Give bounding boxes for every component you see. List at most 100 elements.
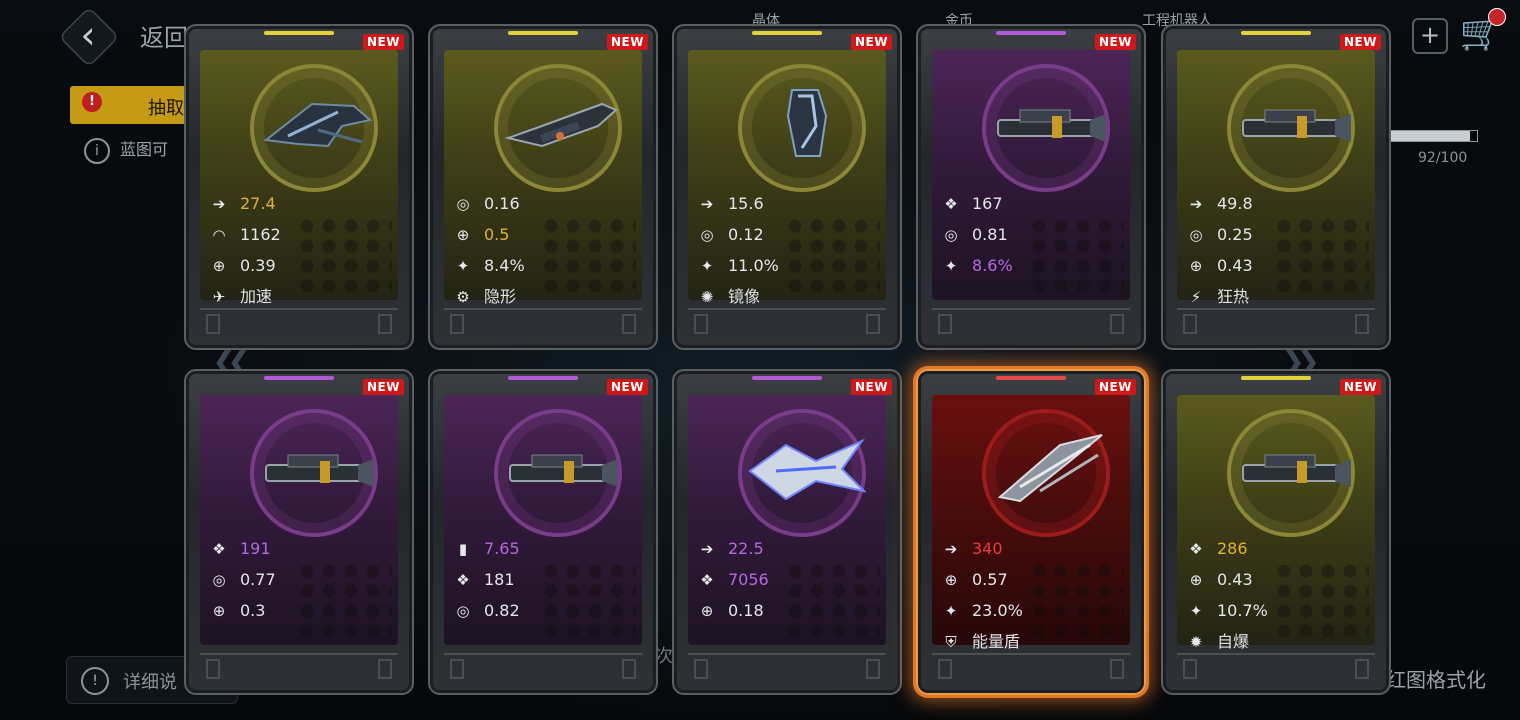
card-footer-frame: [200, 308, 398, 340]
reward-card[interactable]: NEW ➔ 340 ⊕ 0.57 ✦ 23.0% ⛨ 能量盾: [916, 369, 1146, 695]
hex-pattern: [784, 561, 880, 637]
red-blueprint-format-button[interactable]: 红图格式化: [1386, 664, 1486, 693]
stat-row: ⊕ 0.39: [208, 254, 276, 278]
rarity-rail: [752, 376, 822, 380]
blueprint-info: i 蓝图可: [84, 136, 168, 164]
stat-row: ⊕ 0.3: [208, 599, 266, 623]
reward-card[interactable]: NEW ▮ 7.65 ❖ 181 ◎ 0.82: [428, 369, 658, 695]
speed-icon: ➔: [1189, 195, 1203, 213]
stat-row: ➔ 340: [940, 537, 1003, 561]
stat-value: 狂热: [1217, 287, 1250, 306]
shield-ring-icon: ◎: [456, 602, 470, 620]
new-badge: NEW: [607, 379, 648, 395]
stat-value: 27.4: [240, 194, 276, 213]
stat-row: ❖ 191: [208, 537, 270, 561]
reward-card[interactable]: NEW ➔ 27.4 ◠ 1162 ⊕ 0.39 ✈ 加速: [184, 24, 414, 350]
new-badge: NEW: [851, 379, 892, 395]
card-footer-frame: [444, 653, 642, 685]
crit-icon: ✦: [700, 257, 714, 275]
reward-card[interactable]: NEW ➔ 15.6 ◎ 0.12 ✦ 11.0% ✺ 镜像: [672, 24, 902, 350]
skill-icon: ⚙: [456, 288, 470, 306]
stat-row: ◠ 1162: [208, 223, 280, 247]
skill-icon: ⚡: [1190, 288, 1202, 306]
stat-row: ◎ 0.81: [940, 223, 1008, 247]
stat-value: 0.43: [1217, 256, 1253, 275]
hex-pattern: [540, 216, 636, 292]
card-footer-frame: [200, 653, 398, 685]
hex-pattern: [296, 216, 392, 292]
stat-row: ✹ 自爆: [1185, 630, 1249, 654]
stat-value: 10.7%: [1217, 601, 1268, 620]
card-footer-frame: [1177, 653, 1375, 685]
stat-value: 7056: [728, 570, 769, 589]
stat-value: 隐形: [484, 287, 517, 306]
ship-cannon-icon: [990, 86, 1110, 162]
capacity-progress-fill: [1389, 131, 1470, 141]
stat-value: 0.81: [972, 225, 1008, 244]
reward-card[interactable]: NEW ❖ 286 ⊕ 0.43 ✦ 10.7% ✹ 自爆: [1161, 369, 1391, 695]
stat-value: 0.25: [1217, 225, 1253, 244]
stat-value: 0.16: [484, 194, 520, 213]
stat-row: ◎ 0.25: [1185, 223, 1253, 247]
speed-icon: ➔: [700, 540, 714, 558]
capacity-progress-text: 92/100: [1418, 150, 1468, 166]
hex-pattern: [784, 216, 880, 292]
stat-row: ⊕ 0.5: [452, 223, 510, 247]
new-badge: NEW: [1340, 34, 1381, 50]
stat-value: 340: [972, 539, 1003, 558]
stat-row: ◎ 0.16: [452, 192, 520, 216]
crit-icon: ✦: [1189, 602, 1203, 620]
rarity-rail: [996, 376, 1066, 380]
card-footer-frame: [688, 308, 886, 340]
rarity-rail: [1241, 376, 1311, 380]
stat-row: ➔ 22.5: [696, 537, 764, 561]
accuracy-icon: ⊕: [1189, 571, 1203, 589]
accuracy-icon: ⊕: [456, 226, 470, 244]
blueprint-info-text: 蓝图可: [120, 140, 169, 159]
accuracy-icon: ⊕: [212, 257, 226, 275]
stat-value: 23.0%: [972, 601, 1023, 620]
ammo-icon: ▮: [458, 540, 468, 558]
stat-value: 286: [1217, 539, 1248, 558]
stat-row: ◎ 0.12: [696, 223, 763, 247]
rarity-rail: [752, 31, 822, 35]
alert-icon: !: [82, 92, 102, 112]
info-icon: !: [81, 667, 109, 695]
new-badge: NEW: [1095, 379, 1136, 395]
stat-value: 22.5: [728, 539, 764, 558]
ship-pod-icon: [746, 86, 866, 162]
skill-icon: ✹: [1189, 633, 1203, 651]
speed-icon: ➔: [212, 195, 226, 213]
notification-dot: [1488, 8, 1506, 26]
hp-icon: ❖: [212, 540, 226, 558]
rarity-rail: [264, 376, 334, 380]
info-icon: i: [84, 137, 110, 164]
stat-row: ➔ 27.4: [208, 192, 276, 216]
hex-pattern: [1028, 216, 1124, 292]
ship-interceptor-icon: [990, 431, 1110, 507]
reward-card[interactable]: NEW ❖ 191 ◎ 0.77 ⊕ 0.3: [184, 369, 414, 695]
stat-row: ⚡ 狂热: [1185, 285, 1249, 309]
reward-card[interactable]: NEW ◎ 0.16 ⊕ 0.5 ✦ 8.4% ⚙ 隐形: [428, 24, 658, 350]
ship-fighter-icon: [258, 86, 378, 162]
tab-draw-label: 抽取: [148, 98, 184, 119]
ship-cannon-icon: [258, 431, 378, 507]
hex-pattern: [1273, 216, 1369, 292]
rarity-rail: [508, 31, 578, 35]
ship-cannon-icon: [502, 431, 622, 507]
reward-card[interactable]: NEW ➔ 49.8 ◎ 0.25 ⊕ 0.43 ⚡ 狂热: [1161, 24, 1391, 350]
stat-value: 0.5: [484, 225, 510, 244]
add-resource-button[interactable]: +: [1412, 18, 1448, 54]
hp-icon: ❖: [700, 571, 714, 589]
reward-card[interactable]: NEW ❖ 167 ◎ 0.81 ✦ 8.6%: [916, 24, 1146, 350]
reward-card[interactable]: NEW ➔ 22.5 ❖ 7056 ⊕ 0.18: [672, 369, 902, 695]
accuracy-icon: ⊕: [944, 571, 958, 589]
back-arrow-icon[interactable]: ‹: [70, 13, 106, 57]
stat-row: ❖ 181: [452, 568, 514, 592]
stat-row: ❖ 286: [1185, 537, 1248, 561]
back-label[interactable]: 返回: [140, 18, 188, 53]
hex-pattern: [1028, 561, 1124, 637]
stat-row: ⊕ 0.57: [940, 568, 1008, 592]
stat-row: ✦ 10.7%: [1185, 599, 1268, 623]
stat-value: 11.0%: [728, 256, 779, 275]
